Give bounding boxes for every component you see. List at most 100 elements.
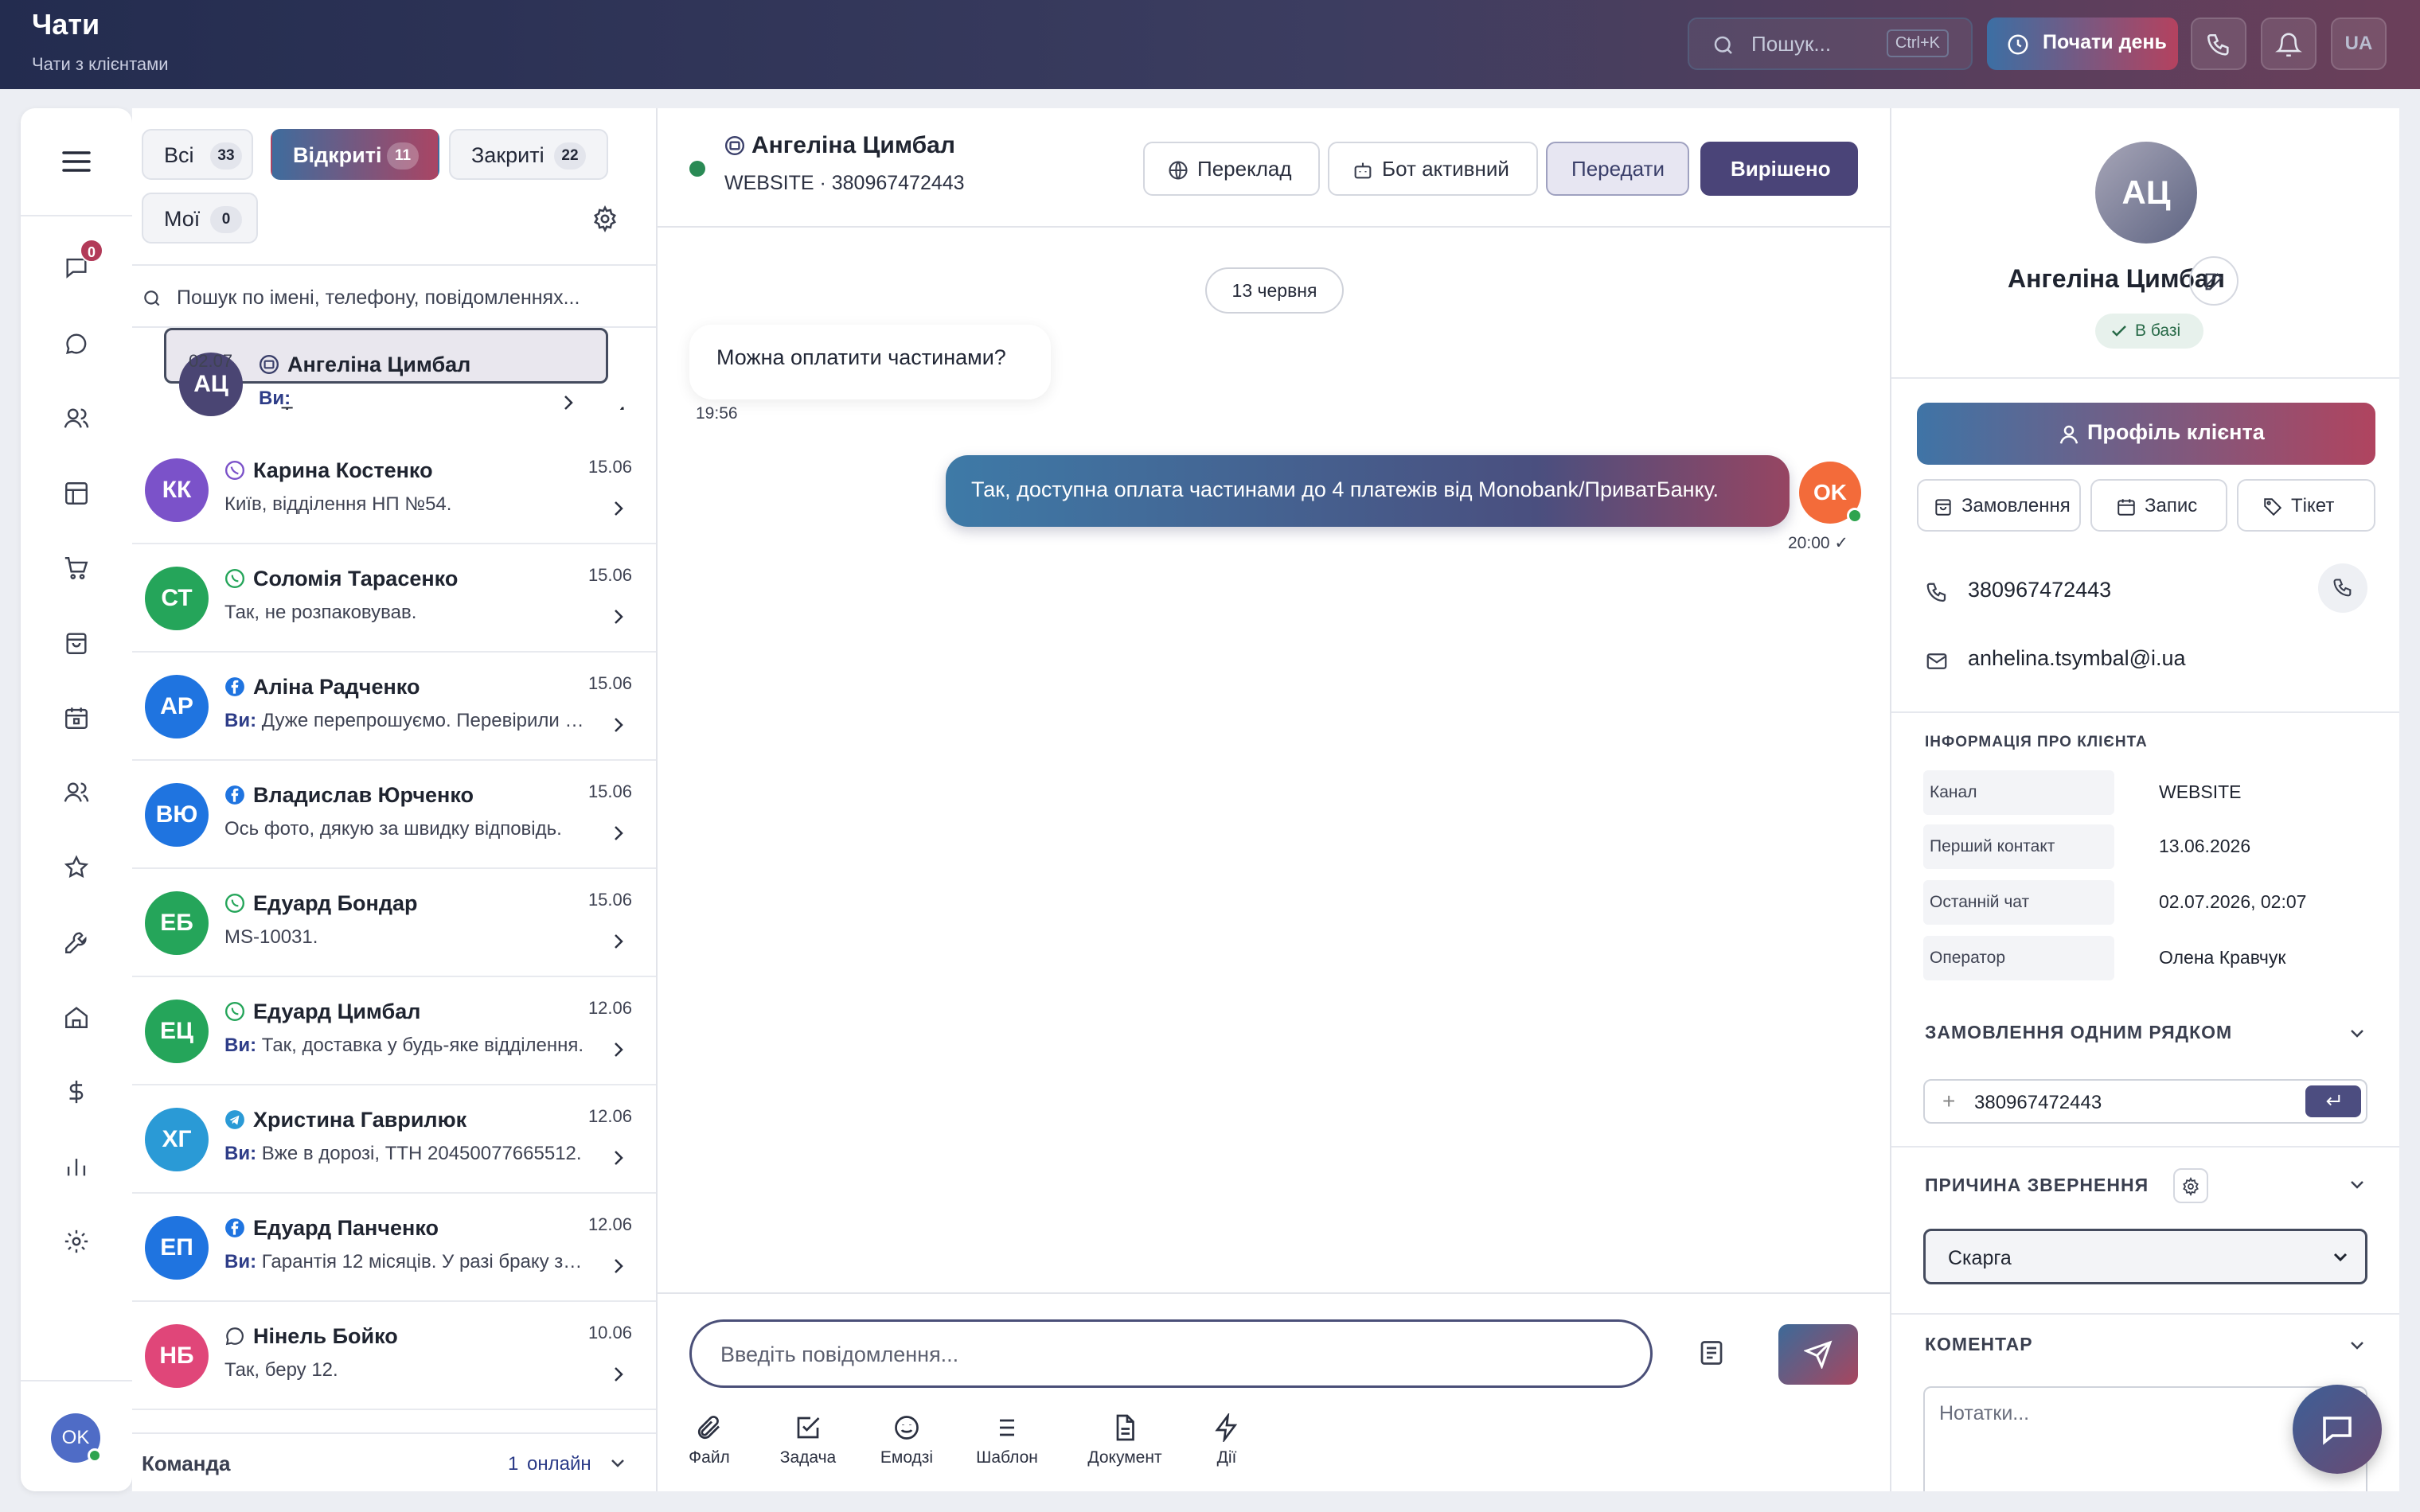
send-button[interactable]	[1778, 1324, 1858, 1385]
nav-chats[interactable]: 0	[57, 239, 103, 286]
nav-team[interactable]	[57, 774, 96, 812]
support-chat-button[interactable]	[2293, 1385, 2382, 1474]
chat-list-item[interactable]: АР Аліна Радченко 15.06 Ви: Дуже перепрошує…	[132, 653, 656, 761]
list-settings-button[interactable]	[586, 201, 624, 239]
tab-all[interactable]: Всі 33	[142, 129, 253, 180]
nav-orders[interactable]	[57, 624, 96, 662]
menu-button[interactable]	[21, 108, 132, 216]
tool-task[interactable]: Задача	[764, 1413, 852, 1467]
ticket-button[interactable]: Тікет	[2237, 479, 2375, 532]
chat-avatar: ЕЦ	[145, 1000, 209, 1063]
client-email-value[interactable]: anhelina.tsymbal@i.ua	[1968, 646, 2186, 671]
emoji-icon	[895, 1416, 919, 1440]
start-day-button[interactable]: Почати день	[1987, 18, 2178, 70]
top-bar: Чати Чати з клієнтами Пошук... Ctrl+K По…	[0, 0, 2420, 89]
tool-document[interactable]: Документ	[1073, 1413, 1177, 1467]
bot-active-button[interactable]: Бот активний	[1328, 142, 1538, 196]
tool-template[interactable]: Шаблон	[963, 1413, 1051, 1467]
chevron-down-icon[interactable]	[2348, 1028, 2366, 1039]
nav-clients[interactable]	[57, 399, 96, 438]
reason-settings-button[interactable]	[2173, 1168, 2208, 1203]
global-search[interactable]: Пошук... Ctrl+K	[1688, 18, 1973, 70]
nav-favorites[interactable]	[57, 848, 96, 887]
chat-name: Христина Гаврилюк	[253, 1108, 467, 1132]
chevron-right-icon	[615, 501, 623, 516]
tool-file[interactable]: Файл	[666, 1413, 753, 1467]
phone-icon	[2207, 33, 2229, 56]
chat-avatar: НБ	[145, 1324, 209, 1388]
chat-list-item[interactable]: ЕЦ Едуард Цимбал 12.06 Ви: Так, доставка у …	[132, 977, 656, 1085]
nav-finance[interactable]	[57, 1073, 96, 1111]
transfer-button[interactable]: Передати	[1546, 142, 1689, 196]
nav-analytics[interactable]	[57, 1148, 96, 1186]
phone-button[interactable]	[2191, 18, 2246, 70]
client-profile-button[interactable]: Профіль клієнта	[1917, 403, 2375, 465]
chat-date: 15.06	[587, 781, 632, 801]
tab-open[interactable]: Відкриті 11	[271, 129, 439, 180]
info-key: Оператор	[1923, 936, 2114, 980]
team-online-count: 1	[508, 1453, 519, 1475]
client-profile-label: Профіль клієнта	[2087, 420, 2265, 444]
conversation-header: Ангеліна Цимбал WEBSITE · 380967472443 П…	[658, 108, 1890, 228]
tab-closed[interactable]: Закриті 22	[449, 129, 608, 180]
nav-home[interactable]	[57, 998, 96, 1036]
call-client-button[interactable]	[2318, 563, 2367, 613]
nav-cart[interactable]	[57, 549, 96, 587]
chat-avatar: СТ	[145, 567, 209, 630]
chat-list-panel: Всі 33 Відкриті 11 Закриті 22 Мої 0 Пошук по…	[132, 108, 658, 1491]
nav-messages[interactable]	[57, 325, 96, 363]
nav-calendar[interactable]	[57, 699, 96, 737]
in-base-badge: В базі	[2095, 314, 2203, 349]
tool-emoji[interactable]: Емодзі	[863, 1413, 950, 1467]
chat-list-item[interactable]: АЦАнгеліна Цимбал02.07Ви: Так, доступна …	[164, 328, 625, 416]
client-phone-value[interactable]: 380967472443	[1968, 578, 2111, 602]
nav-service[interactable]	[57, 923, 96, 961]
appointment-button[interactable]: Запис	[2090, 479, 2227, 532]
incoming-message: Можна оплатити частинами?	[689, 325, 1051, 399]
chat-date: 12.06	[587, 1106, 632, 1126]
chat-list-item[interactable]: ХГ Христина Гаврилюк 12.06 Ви: Вже в дорозі…	[132, 1085, 656, 1194]
message-input[interactable]	[720, 1336, 1620, 1373]
tool-label: Документ	[1087, 1448, 1162, 1467]
chat-preview-text: Так, доставка у будь-яке відділення.	[261, 1035, 584, 1056]
chat-date: 15.06	[587, 457, 632, 477]
user-avatar[interactable]: OK	[51, 1413, 102, 1463]
chevron-down-icon[interactable]	[2348, 1179, 2366, 1191]
nav-dashboard[interactable]	[57, 474, 96, 512]
chat-list-item[interactable]: ВЮ Владислав Юрченко 15.06 Ось фото, дякую …	[132, 761, 656, 869]
orders-button[interactable]: Замовлення	[1917, 479, 2081, 532]
divider	[1891, 1146, 2399, 1148]
order-line-input[interactable]: + 380967472443	[1923, 1079, 2367, 1124]
whatsapp-channel-icon	[224, 568, 245, 589]
translate-button[interactable]: Переклад	[1143, 142, 1320, 196]
team-label: Команда	[142, 1452, 231, 1475]
chat-name: Владислав Юрченко	[253, 783, 474, 807]
chat-list-item[interactable]: ЕП Едуард Панченко 12.06 Ви: Гарантія 12 мі…	[132, 1194, 656, 1302]
chat-list-item[interactable]: КК Карина Костенко 15.06 Київ, відділення Н…	[132, 436, 656, 544]
chat-list-item[interactable]: ЕБ Едуард Бондар 15.06 MS-10031.	[132, 869, 656, 977]
chat-list-item[interactable]: СТ Соломія Тарасенко 15.06 Так, не розпаков…	[132, 544, 656, 653]
facebook-channel-icon	[225, 677, 244, 696]
chevron-down-icon[interactable]	[2348, 1340, 2366, 1351]
chat-search[interactable]: Пошук по імені, телефону, повідомленнях.…	[132, 264, 656, 328]
tool-actions[interactable]: Дії	[1183, 1413, 1270, 1467]
chat-name: Нінель Бойко	[253, 1324, 398, 1348]
you-prefix: Ви:	[224, 710, 257, 731]
team-footer[interactable]: Команда 1 онлайн	[132, 1432, 656, 1491]
language-switch[interactable]: UA	[2331, 18, 2387, 70]
reason-select[interactable]: Скарга	[1923, 1229, 2367, 1284]
nav-settings[interactable]	[57, 1222, 96, 1261]
resolve-button[interactable]: Вирішено	[1700, 142, 1858, 196]
edit-client-button[interactable]	[2189, 256, 2238, 306]
tab-mine[interactable]: Мої 0	[142, 193, 258, 244]
chat-date: 15.06	[587, 673, 632, 693]
quick-template-button[interactable]	[1697, 1339, 1726, 1367]
info-value: 13.06.2026	[2159, 836, 2251, 856]
paperclip-icon	[697, 1416, 720, 1440]
chat-avatar: ЕП	[145, 1216, 209, 1280]
order-submit-button[interactable]	[2305, 1085, 2361, 1117]
layout-icon	[65, 482, 88, 505]
notifications-button[interactable]	[2261, 18, 2317, 70]
chat-list-item[interactable]: НБ Нінель Бойко 10.06 Так, беру 12.	[132, 1302, 656, 1410]
chat-preview: Так, не розпаковував.	[224, 602, 591, 624]
